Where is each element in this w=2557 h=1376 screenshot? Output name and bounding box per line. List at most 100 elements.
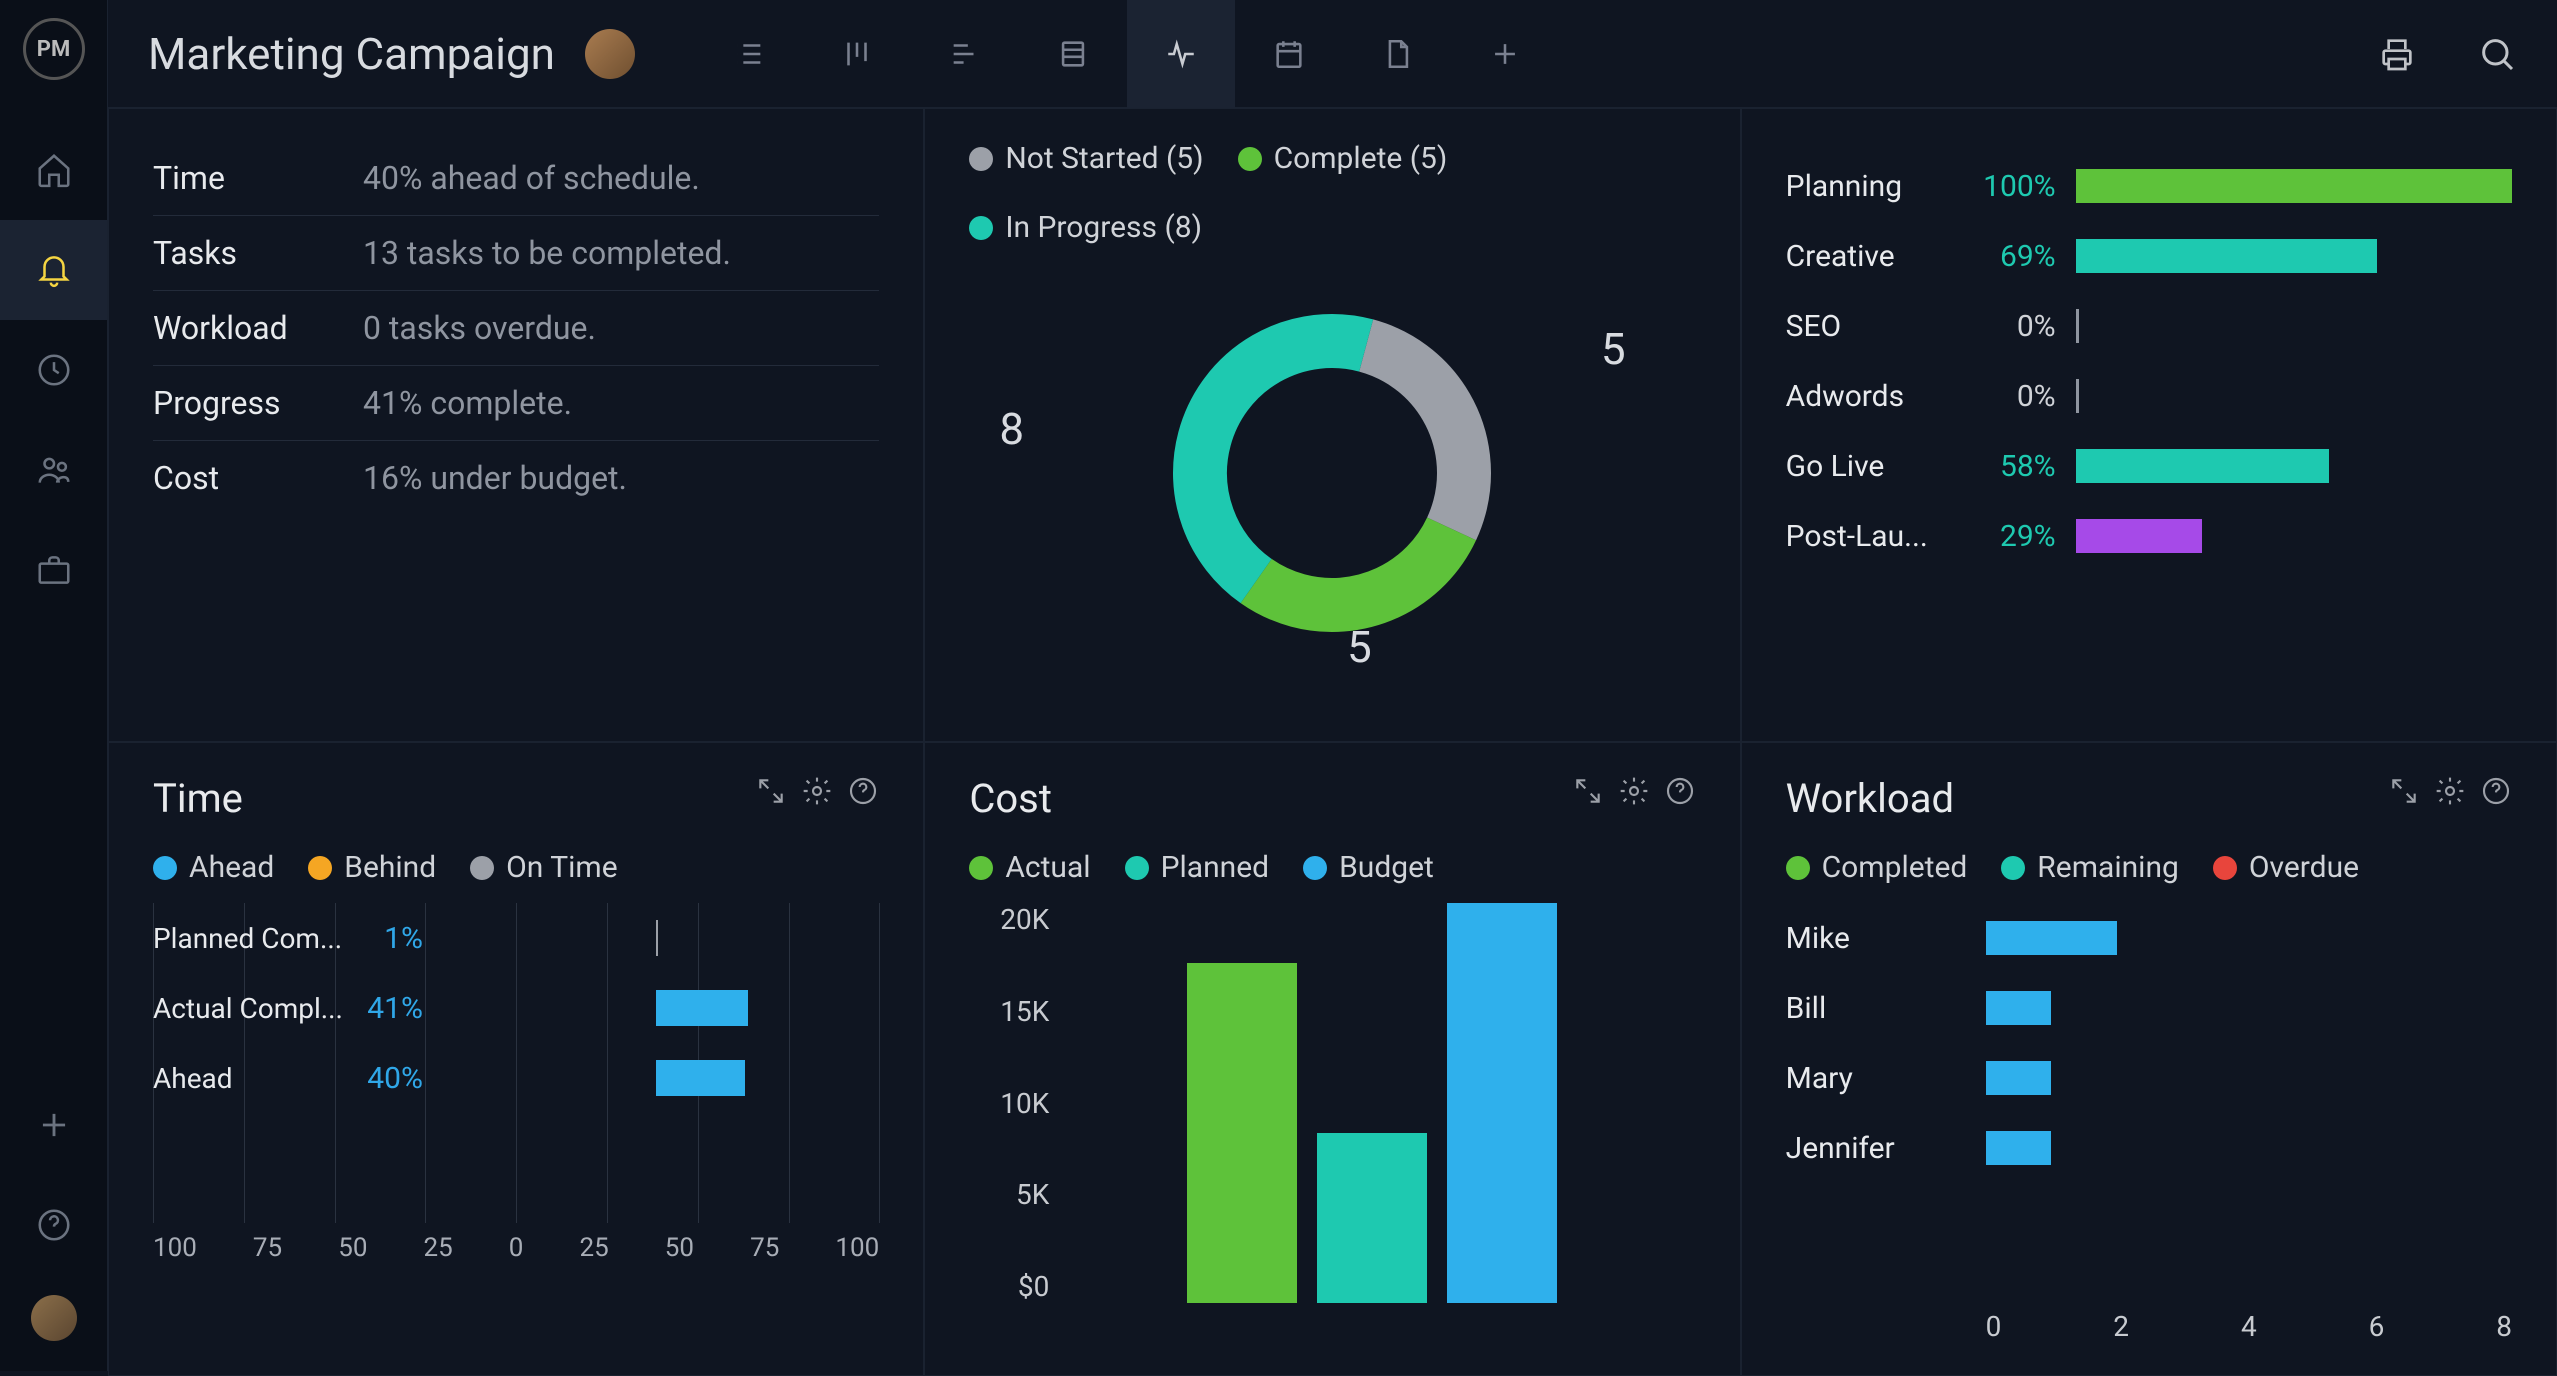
legend-label: Budget [1339, 850, 1434, 885]
view-gantt[interactable] [911, 0, 1019, 108]
axis-tick: 0 [509, 1233, 524, 1263]
legend-item[interactable]: Budget [1303, 850, 1434, 885]
help-icon[interactable] [1664, 775, 1696, 807]
progress-bar [2076, 239, 2512, 273]
plus-icon [1488, 37, 1522, 71]
legend-item[interactable]: In Progress (8) [969, 210, 1202, 245]
workload-bar [1986, 1061, 2512, 1095]
workload-label: Mike [1786, 921, 1986, 956]
view-list[interactable] [695, 0, 803, 108]
phase-pct: 58% [1966, 449, 2056, 484]
legend-item[interactable]: Complete (5) [1238, 141, 1448, 176]
project-owner-avatar[interactable] [585, 29, 635, 79]
workload-label: Bill [1786, 991, 1986, 1026]
phase-label: Creative [1786, 239, 1946, 274]
legend-item[interactable]: Remaining [2001, 850, 2179, 885]
help-icon[interactable] [2480, 775, 2512, 807]
view-board[interactable] [803, 0, 911, 108]
topbar: Marketing Campaign [108, 0, 2557, 108]
cost-bar [1187, 963, 1297, 1303]
time-row-label: Planned Com... [153, 922, 343, 955]
axis-tick: 50 [338, 1233, 367, 1263]
home-icon [35, 151, 73, 189]
time-bar [433, 990, 879, 1026]
legend-dot-icon [470, 856, 494, 880]
legend-dot-icon [969, 856, 993, 880]
legend-item[interactable]: Actual [969, 850, 1090, 885]
legend-label: Remaining [2037, 850, 2179, 885]
view-sheet[interactable] [1019, 0, 1127, 108]
people-icon [35, 451, 73, 489]
sidebar-item-portfolio[interactable] [0, 520, 107, 620]
workload-bar [1986, 991, 2512, 1025]
sidebar-item-recent[interactable] [0, 320, 107, 420]
expand-icon[interactable] [755, 775, 787, 807]
sidebar-add[interactable] [0, 1095, 107, 1155]
workload-bar-fill [1986, 1061, 2052, 1095]
progress-bar [2076, 519, 2512, 553]
axis-tick: $0 [969, 1270, 1049, 1303]
summary-value: 16% under budget. [363, 459, 627, 497]
legend-item[interactable]: Completed [1786, 850, 1968, 885]
summary-value: 13 tasks to be completed. [363, 234, 731, 272]
gear-icon[interactable] [801, 775, 833, 807]
progress-bar-fill [2076, 239, 2377, 273]
time-bar-fill [656, 1060, 745, 1096]
phase-progress-row: Adwords 0% [1786, 361, 2512, 431]
legend-item[interactable]: Overdue [2213, 850, 2359, 885]
panel-task-status: Not Started (5) Complete (5) In Progress (… [924, 108, 1740, 742]
help-icon [35, 1206, 73, 1244]
phase-label: Adwords [1786, 379, 1946, 414]
phase-progress-row: Go Live 58% [1786, 431, 2512, 501]
briefcase-icon [35, 551, 73, 589]
legend-dot-icon [2001, 856, 2025, 880]
summary-row: Workload0 tasks overdue. [153, 291, 879, 366]
workload-row: Mike [1786, 903, 2512, 973]
view-dashboard[interactable] [1127, 0, 1235, 108]
time-bar [433, 1060, 879, 1096]
user-avatar[interactable] [31, 1295, 77, 1341]
workload-label: Mary [1786, 1061, 1986, 1096]
phase-label: Post-Lau... [1786, 519, 1946, 554]
plus-icon [35, 1106, 73, 1144]
legend-item[interactable]: Ahead [153, 850, 274, 885]
progress-bar-tick [2076, 379, 2079, 413]
help-icon[interactable] [847, 775, 879, 807]
time-row-label: Actual Compl... [153, 992, 343, 1025]
summary-label: Time [153, 159, 363, 197]
view-calendar[interactable] [1235, 0, 1343, 108]
summary-value: 0 tasks overdue. [363, 309, 596, 347]
legend-label: Overdue [2249, 850, 2359, 885]
time-bar-fill [656, 920, 658, 956]
legend-item[interactable]: Planned [1125, 850, 1270, 885]
phase-label: Planning [1786, 169, 1946, 204]
legend-item[interactable]: Behind [308, 850, 436, 885]
sidebar-item-team[interactable] [0, 420, 107, 520]
view-add[interactable] [1451, 0, 1559, 108]
sidebar-item-home[interactable] [0, 120, 107, 220]
summary-row: Time40% ahead of schedule. [153, 141, 879, 216]
workload-bar-fill [1986, 991, 2052, 1025]
sidebar-item-alerts[interactable] [0, 220, 107, 320]
gear-icon[interactable] [2434, 775, 2466, 807]
print-icon[interactable] [2377, 34, 2417, 74]
axis-tick: 8 [2496, 1310, 2512, 1343]
sheet-icon [1056, 37, 1090, 71]
axis-tick: 5K [969, 1178, 1049, 1211]
sidebar-help[interactable] [0, 1195, 107, 1255]
legend-dot-icon [969, 147, 993, 171]
expand-icon[interactable] [2388, 775, 2420, 807]
donut-label-in-progress: 8 [999, 403, 1024, 455]
phase-progress-row: Post-Lau... 29% [1786, 501, 2512, 571]
app-logo[interactable]: PM [23, 18, 85, 80]
search-icon[interactable] [2477, 34, 2517, 74]
legend-item[interactable]: On Time [470, 850, 617, 885]
expand-icon[interactable] [1572, 775, 1604, 807]
axis-tick: 100 [153, 1233, 197, 1263]
gear-icon[interactable] [1618, 775, 1650, 807]
legend-dot-icon [2213, 856, 2237, 880]
axis-tick: 15K [969, 995, 1049, 1028]
view-files[interactable] [1343, 0, 1451, 108]
legend-item[interactable]: Not Started (5) [969, 141, 1203, 176]
legend-label: Completed [1822, 850, 1968, 885]
